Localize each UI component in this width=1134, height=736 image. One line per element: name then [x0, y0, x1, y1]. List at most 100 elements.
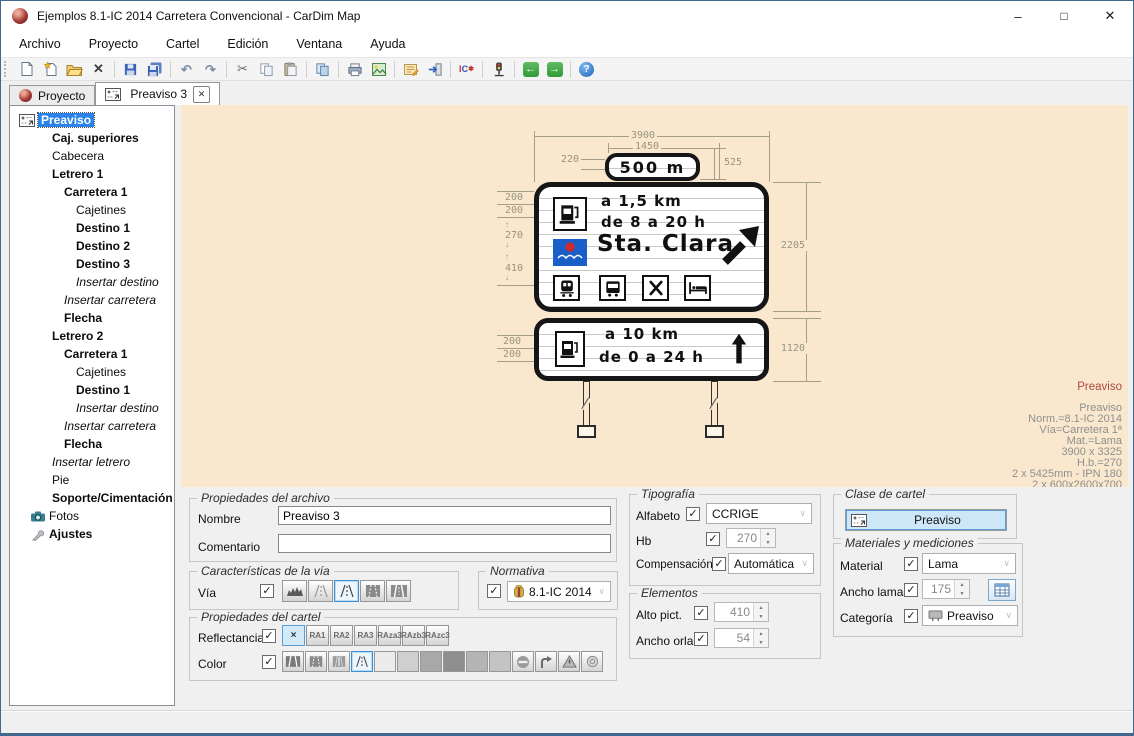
new-from-template-icon[interactable] — [40, 60, 61, 79]
color-blanco-button[interactable] — [374, 651, 396, 672]
via-checkbox[interactable]: ✓ — [260, 584, 274, 598]
menu-cartel[interactable]: Cartel — [152, 37, 213, 51]
normativa-dropdown[interactable]: 8.1-IC 2014 ∨ — [507, 581, 611, 602]
paste-icon[interactable] — [280, 60, 301, 79]
save-icon[interactable] — [120, 60, 141, 79]
spin-down-icon[interactable]: ▼ — [761, 538, 775, 547]
tree-item-flecha[interactable]: Flecha — [10, 309, 174, 327]
ancho-lamas-spinner[interactable]: 175 ▲▼ — [922, 579, 970, 599]
spin-up-icon[interactable]: ▲ — [754, 603, 768, 612]
spin-down-icon[interactable]: ▼ — [754, 612, 768, 621]
tree-item-insertar-carretera-b[interactable]: Insertar carretera — [10, 417, 174, 435]
sign-panel-main[interactable]: a 1,5 km de 8 a 20 h Sta. Clara — [534, 182, 769, 312]
support-post[interactable] — [711, 381, 718, 426]
help-icon[interactable]: ? — [576, 60, 597, 79]
sign-cajetin-500m[interactable]: 500 m — [605, 153, 700, 181]
alfabeto-checkbox[interactable]: ✓ — [686, 507, 700, 521]
alto-pict-checkbox[interactable]: ✓ — [694, 606, 708, 620]
spin-down-icon[interactable]: ▼ — [754, 638, 768, 647]
menu-ayuda[interactable]: Ayuda — [356, 37, 419, 51]
tree-item-ajustes[interactable]: Ajustes — [10, 525, 174, 543]
mediciones-table-button[interactable] — [988, 579, 1016, 601]
navigate-back-icon[interactable]: ← — [520, 60, 541, 79]
categoria-checkbox[interactable]: ✓ — [904, 609, 918, 623]
tree-item-cajetines-b[interactable]: Cajetines — [10, 363, 174, 381]
color-otros-button[interactable] — [581, 651, 603, 672]
close-button[interactable]: ✕ — [1087, 1, 1133, 31]
redo-icon[interactable]: ↷ — [200, 60, 221, 79]
tab-proyecto[interactable]: Proyecto — [9, 85, 95, 105]
new-document-icon[interactable] — [16, 60, 37, 79]
material-dropdown[interactable]: Lama ∨ — [922, 553, 1016, 574]
tree-item-pie[interactable]: Pie — [10, 471, 174, 489]
spin-up-icon[interactable]: ▲ — [955, 580, 969, 589]
maximize-button[interactable]: □ — [1041, 1, 1087, 31]
color-gris-claro-button[interactable] — [397, 651, 419, 672]
reflectancia-razb3-button[interactable]: RAzb3 — [402, 625, 425, 646]
color-checkbox[interactable]: ✓ — [262, 655, 276, 669]
tree-item-destino-2[interactable]: Destino 2 — [10, 237, 174, 255]
tree-item-fotos[interactable]: Fotos — [10, 507, 174, 525]
cut-icon[interactable]: ✂ — [232, 60, 253, 79]
road-arbolada-button[interactable] — [308, 580, 333, 602]
copy-icon[interactable] — [256, 60, 277, 79]
compensacion-dropdown[interactable]: Automática ∨ — [728, 553, 814, 574]
tree-item-destino-3[interactable]: Destino 3 — [10, 255, 174, 273]
reflectancia-ra1-button[interactable]: RA1 — [306, 625, 329, 646]
tree-item-letrero-2[interactable]: Letrero 2 — [10, 327, 174, 345]
tab-preaviso-3[interactable]: Preaviso 3 ✕ — [95, 82, 220, 105]
menu-archivo[interactable]: Archivo — [5, 37, 75, 51]
tree-item-destino-1[interactable]: Destino 1 — [10, 219, 174, 237]
menu-proyecto[interactable]: Proyecto — [75, 37, 152, 51]
nombre-input[interactable] — [278, 506, 611, 525]
print-icon[interactable] — [344, 60, 365, 79]
alfabeto-dropdown[interactable]: CCRIGE ∨ — [706, 503, 812, 524]
tree-item-carretera-1[interactable]: Carretera 1 — [10, 183, 174, 201]
exit-icon[interactable] — [424, 60, 445, 79]
cartel-properties-icon[interactable] — [400, 60, 421, 79]
export-image-icon[interactable] — [368, 60, 389, 79]
reflectancia-checkbox[interactable]: ✓ — [262, 629, 276, 643]
categoria-dropdown[interactable]: Preaviso ∨ — [922, 605, 1018, 626]
cardim-ic-icon[interactable]: IC✱ — [456, 60, 477, 79]
color-desvio-button[interactable] — [535, 651, 557, 672]
traffic-signal-icon[interactable] — [488, 60, 509, 79]
undo-icon[interactable]: ↶ — [176, 60, 197, 79]
autopista-button[interactable] — [386, 580, 411, 602]
hb-checkbox[interactable]: ✓ — [706, 532, 720, 546]
ancho-orla-spinner[interactable]: 54 ▲▼ — [714, 628, 769, 648]
copy-drawing-icon[interactable] — [312, 60, 333, 79]
tree-item-caj-superiores[interactable]: Caj. superiores — [10, 129, 174, 147]
reflectancia-none-button[interactable]: × — [282, 625, 305, 646]
color-autopista-button[interactable] — [282, 651, 304, 672]
menu-edicion[interactable]: Edición — [213, 37, 282, 51]
open-project-icon[interactable] — [64, 60, 85, 79]
tree-item-letrero-1[interactable]: Letrero 1 — [10, 165, 174, 183]
save-all-icon[interactable] — [144, 60, 165, 79]
color-gris-oscuro-button[interactable] — [443, 651, 465, 672]
tree-item-destino-1b[interactable]: Destino 1 — [10, 381, 174, 399]
ancho-lamas-checkbox[interactable]: ✓ — [904, 583, 918, 597]
tab-close-icon[interactable]: ✕ — [193, 86, 210, 103]
material-checkbox[interactable]: ✓ — [904, 557, 918, 571]
tree-item-cabecera[interactable]: Cabecera — [10, 147, 174, 165]
tree-item-insertar-destino-b[interactable]: Insertar destino — [10, 399, 174, 417]
delete-icon[interactable]: ✕ — [88, 60, 109, 79]
drawing-canvas[interactable]: 3900 1450 220 525 500 m 200 200 ↑ 270 ↓ … — [181, 105, 1128, 487]
support-post[interactable] — [583, 381, 590, 426]
road-multicarril-button[interactable] — [360, 580, 385, 602]
reflectancia-razc3-button[interactable]: RAzc3 — [426, 625, 449, 646]
color-autovia-button[interactable] — [305, 651, 327, 672]
comentario-input[interactable] — [278, 534, 611, 553]
sign-panel-bottom[interactable]: a 10 km de 0 a 24 h — [534, 318, 769, 381]
color-peligro-button[interactable] — [558, 651, 580, 672]
color-gris-button[interactable] — [420, 651, 442, 672]
color-gris-suave-button[interactable] — [489, 651, 511, 672]
tree-item-cajetines[interactable]: Cajetines — [10, 201, 174, 219]
color-multicarril-button[interactable] — [328, 651, 350, 672]
terrain-profile-button[interactable] — [282, 580, 307, 602]
tree-item-insertar-destino[interactable]: Insertar destino — [10, 273, 174, 291]
clase-preaviso-button[interactable]: Preaviso — [846, 510, 1006, 530]
tree-item-insertar-carretera[interactable]: Insertar carretera — [10, 291, 174, 309]
color-gris-medio-button[interactable] — [466, 651, 488, 672]
